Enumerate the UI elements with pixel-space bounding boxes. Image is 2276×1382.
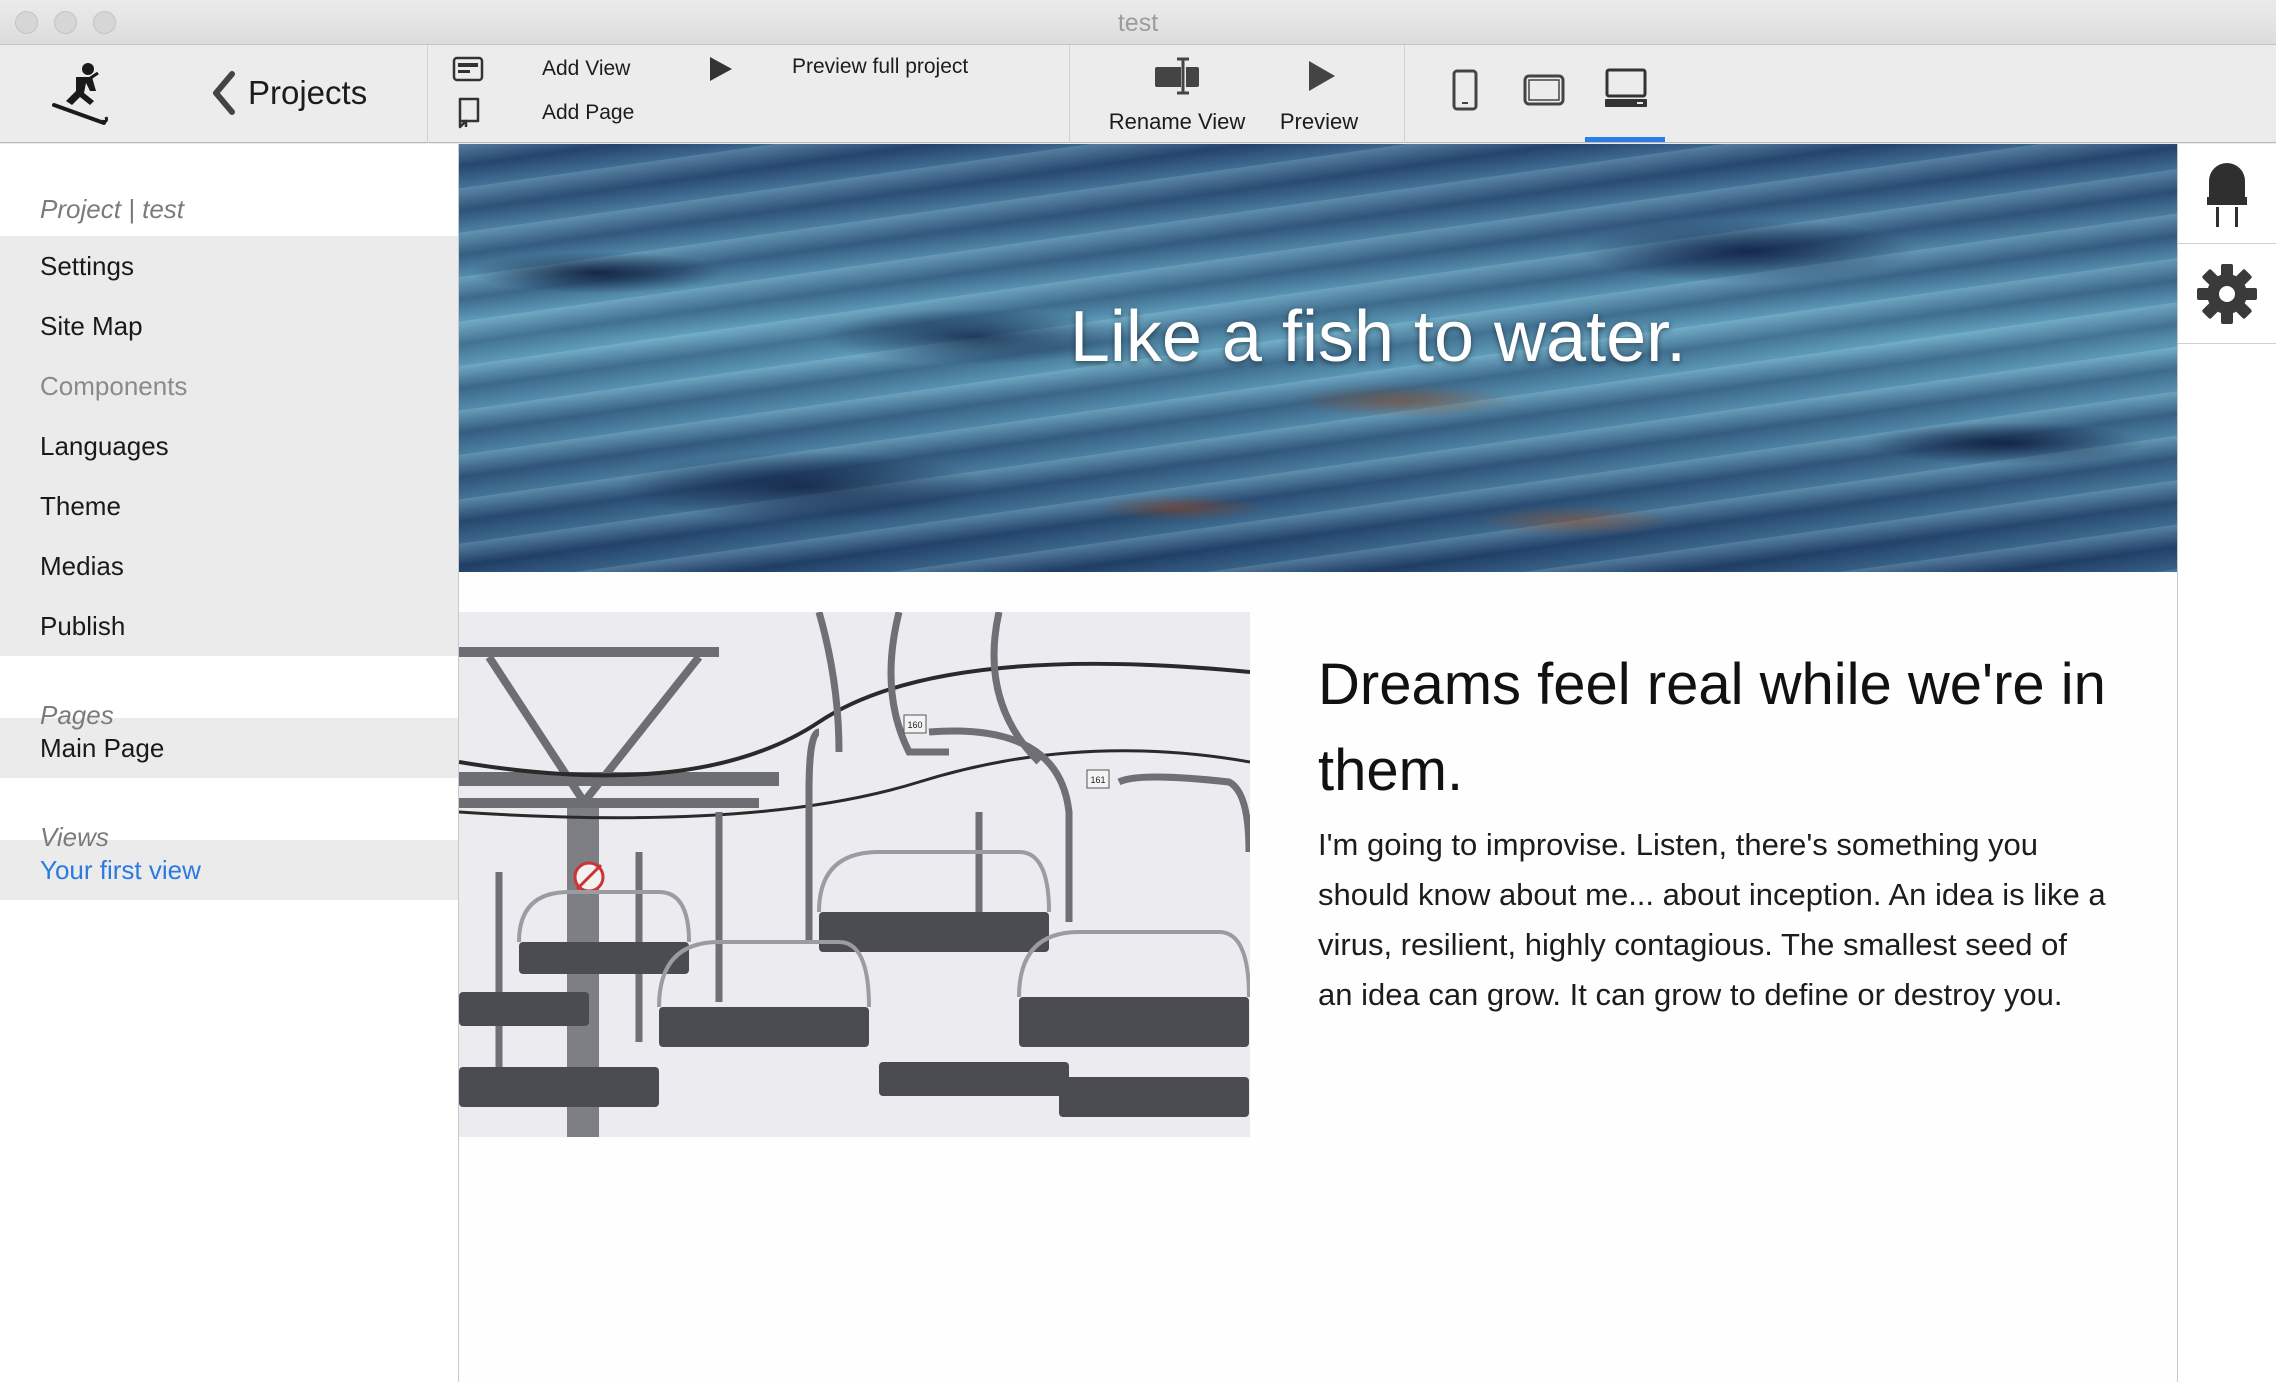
play-icon bbox=[710, 57, 732, 81]
gear-icon bbox=[2197, 263, 2257, 324]
toolbar: Projects Add View Add Page Preview full … bbox=[0, 45, 2276, 143]
window-title: test bbox=[1117, 9, 1159, 37]
page-item-main-page[interactable]: Main Page bbox=[0, 718, 458, 778]
tablet-preview-button[interactable] bbox=[1522, 73, 1566, 112]
project-header: Project | test bbox=[40, 194, 185, 224]
sidebar-item-languages[interactable]: Languages bbox=[0, 416, 458, 476]
desktop-icon bbox=[1605, 68, 1647, 107]
add-view-button[interactable]: Add View bbox=[452, 53, 630, 85]
chevron-left-icon bbox=[213, 71, 235, 115]
selected-device-indicator bbox=[1585, 137, 1665, 142]
sidebar-item-components[interactable]: Components bbox=[0, 356, 458, 416]
content-heading[interactable]: Dreams feel real while we're in them. bbox=[1318, 642, 2128, 814]
content-body[interactable]: I'm going to improvise. Listen, there's … bbox=[1318, 820, 2108, 1020]
rename-view-label: Rename View bbox=[1108, 109, 1246, 134]
preview-label: Preview bbox=[1279, 109, 1359, 134]
back-label: Projects bbox=[248, 74, 368, 111]
rename-view-icon bbox=[1155, 57, 1199, 95]
sidebar-item-medias[interactable]: Medias bbox=[0, 536, 458, 596]
add-page-button[interactable]: Add Page bbox=[452, 97, 634, 129]
chairlift-image[interactable]: 160 161 bbox=[459, 612, 1250, 1137]
phone-icon bbox=[1452, 69, 1478, 111]
pages-list: Main Page bbox=[0, 718, 458, 778]
pages-header: Pages bbox=[40, 700, 114, 730]
add-view-label: Add View bbox=[542, 57, 631, 80]
skier-logo-icon bbox=[46, 61, 114, 129]
project-menu: Settings Site Map Components Languages T… bbox=[0, 236, 458, 656]
preview-full-label: Preview full project bbox=[792, 55, 969, 78]
add-page-label: Add Page bbox=[542, 101, 635, 124]
sidebar-item-theme[interactable]: Theme bbox=[0, 476, 458, 536]
views-list: Your first view bbox=[0, 840, 458, 900]
hero-banner[interactable]: Like a fish to water. bbox=[459, 144, 2177, 572]
components-panel-button[interactable] bbox=[2178, 144, 2276, 244]
led-component-icon bbox=[2207, 162, 2247, 227]
views-header: Views bbox=[40, 822, 109, 852]
back-to-projects-button[interactable]: Projects bbox=[210, 69, 367, 117]
sidebar-item-settings[interactable]: Settings bbox=[0, 236, 458, 296]
hero-title[interactable]: Like a fish to water. bbox=[459, 296, 2177, 378]
sidebar-item-publish[interactable]: Publish bbox=[0, 596, 458, 656]
tablet-icon bbox=[1523, 74, 1565, 106]
chair-number-161: 161 bbox=[1090, 775, 1105, 785]
add-page-icon bbox=[458, 97, 480, 129]
window-titlebar: test bbox=[0, 0, 2276, 45]
preview-button[interactable]: Preview bbox=[1244, 55, 1394, 135]
settings-panel-button[interactable] bbox=[2178, 244, 2276, 344]
chair-number-160: 160 bbox=[907, 720, 922, 730]
preview-full-project-button[interactable]: Preview full project bbox=[704, 53, 968, 85]
phone-preview-button[interactable] bbox=[1450, 67, 1480, 118]
rename-view-button[interactable]: Rename View bbox=[1102, 55, 1252, 135]
desktop-preview-button[interactable] bbox=[1603, 67, 1649, 116]
add-view-icon bbox=[452, 56, 484, 82]
view-item-your-first-view[interactable]: Your first view bbox=[0, 840, 458, 900]
sidebar-item-site-map[interactable]: Site Map bbox=[0, 296, 458, 356]
play-icon bbox=[1309, 61, 1335, 91]
right-panel bbox=[2177, 144, 2276, 1382]
chairlift-illustration: 160 161 bbox=[459, 612, 1250, 1137]
page-preview-canvas[interactable]: Like a fish to water. 160 161 Dreams fee… bbox=[459, 144, 2177, 1382]
sidebar: Project | test Settings Site Map Compone… bbox=[0, 144, 459, 1382]
